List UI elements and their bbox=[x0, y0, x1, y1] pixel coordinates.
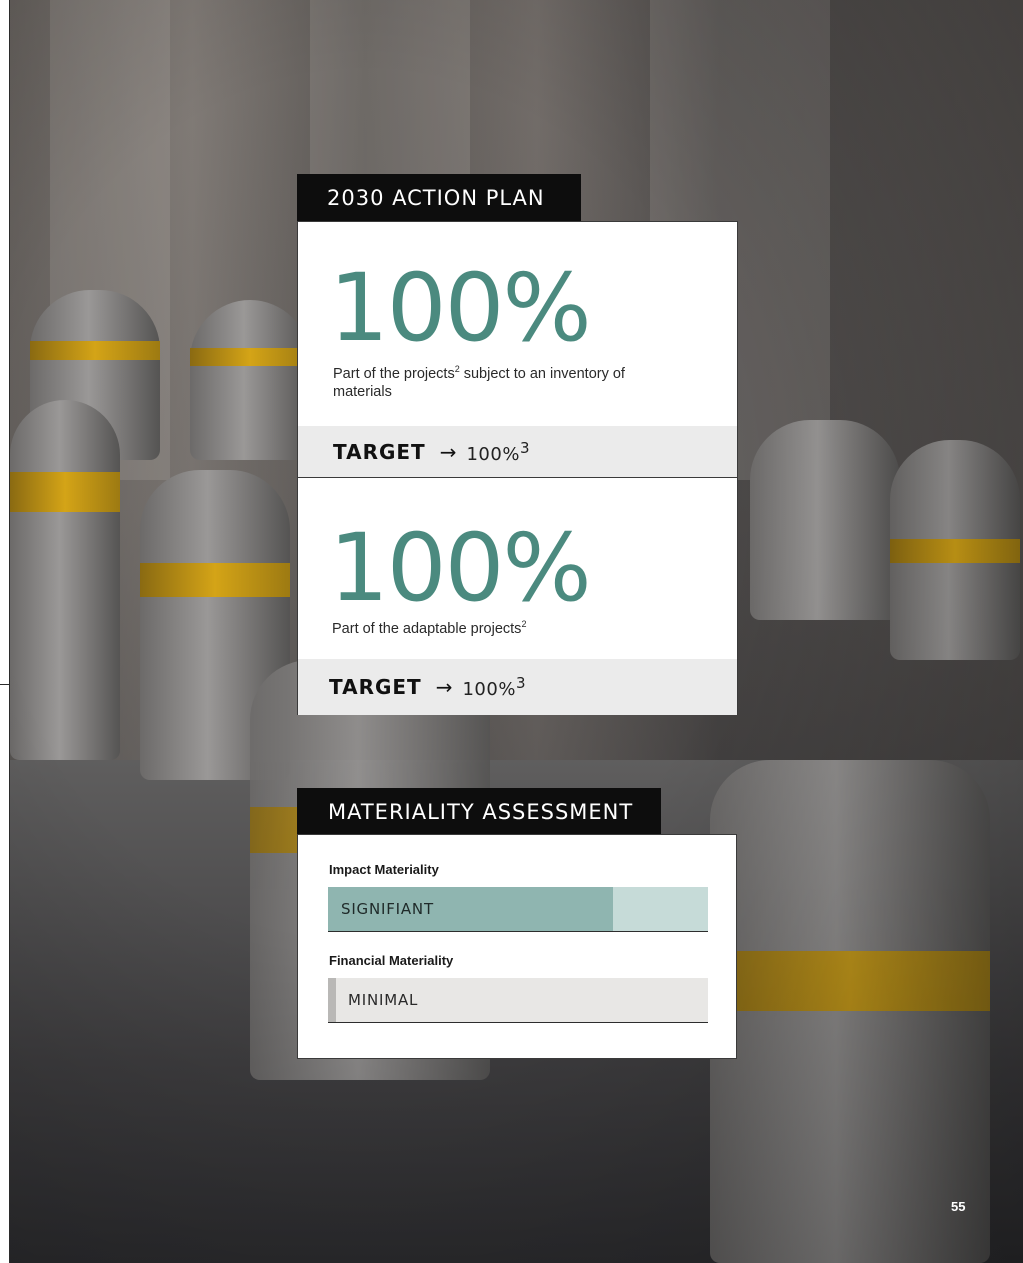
footnote-ref: 3 bbox=[519, 439, 530, 457]
financial-materiality-bar: MINIMAL bbox=[328, 978, 708, 1023]
footnote-ref: 3 bbox=[515, 674, 526, 692]
left-margin-rule bbox=[9, 0, 10, 1263]
kpi-description: Part of the adaptable projects2 bbox=[332, 619, 527, 637]
arrow-right-icon: → bbox=[439, 440, 457, 464]
target-bar: TARGET → 100%3 bbox=[298, 659, 737, 715]
kpi-value: 100% bbox=[329, 514, 592, 623]
materiality-header: MATERIALITY ASSESSMENT bbox=[297, 788, 661, 835]
page-number: 55 bbox=[951, 1199, 966, 1214]
kpi-panel-inventory: 100% Part of the projects2 subject to an… bbox=[297, 221, 738, 478]
impact-materiality-bar: SIGNIFIANT bbox=[328, 887, 708, 932]
target-label: TARGET bbox=[329, 675, 422, 699]
impact-materiality-level: SIGNIFIANT bbox=[341, 900, 434, 918]
action-plan-title: 2030 ACTION PLAN bbox=[327, 186, 545, 210]
action-plan-header: 2030 ACTION PLAN bbox=[297, 174, 581, 222]
left-margin-tick bbox=[0, 684, 10, 685]
financial-materiality-label: Financial Materiality bbox=[329, 953, 454, 968]
financial-materiality-fill bbox=[328, 978, 336, 1022]
materiality-panel: Impact Materiality SIGNIFIANT Financial … bbox=[297, 834, 737, 1059]
materiality-title: MATERIALITY ASSESSMENT bbox=[328, 799, 634, 824]
kpi-panel-adaptable: 100% Part of the adaptable projects2 TAR… bbox=[297, 477, 738, 715]
kpi-description: Part of the projects2 subject to an inve… bbox=[333, 364, 625, 400]
footnote-ref: 2 bbox=[521, 619, 527, 630]
arrow-right-icon: → bbox=[435, 675, 453, 699]
target-bar: TARGET → 100%3 bbox=[298, 426, 737, 478]
financial-materiality-level: MINIMAL bbox=[348, 991, 419, 1009]
impact-materiality-label: Impact Materiality bbox=[329, 862, 439, 877]
target-value: 100%3 bbox=[466, 439, 530, 465]
target-value: 100%3 bbox=[462, 674, 526, 700]
kpi-value: 100% bbox=[329, 254, 592, 363]
target-label: TARGET bbox=[333, 440, 426, 464]
